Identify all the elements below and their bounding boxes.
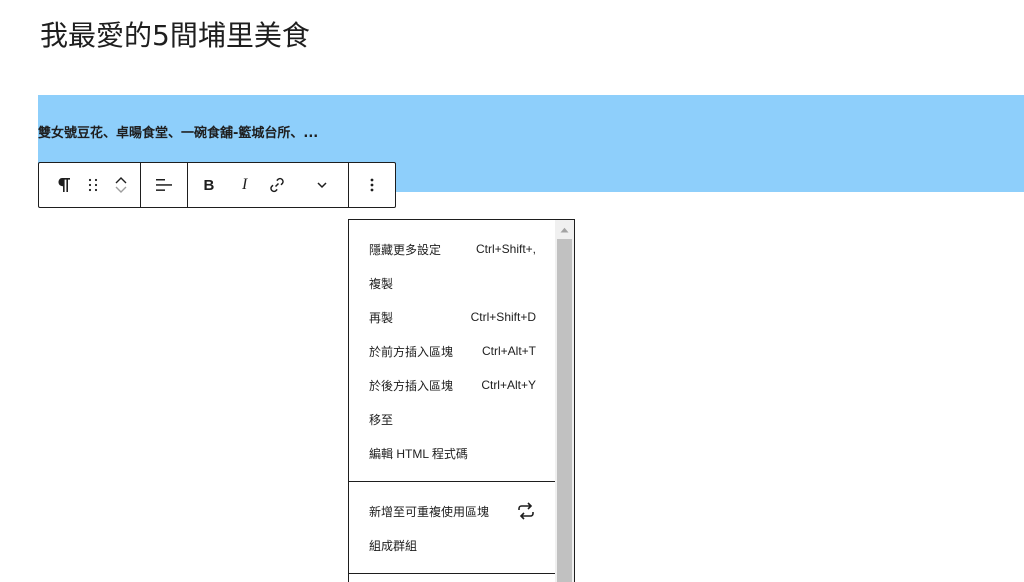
menu-scrollbar[interactable] <box>555 220 574 582</box>
reusable-icon <box>518 502 534 520</box>
drag-handle-icon[interactable] <box>83 163 103 207</box>
menu-item-insert-after[interactable]: 於後方插入區塊 Ctrl+Alt+Y <box>349 368 554 402</box>
menu-item-group[interactable]: 組成群組 <box>349 528 554 562</box>
more-options-icon[interactable] <box>349 163 395 207</box>
menu-item-hide-settings[interactable]: 隱藏更多設定 Ctrl+Shift+, <box>349 232 554 266</box>
menu-separator <box>349 481 556 482</box>
scroll-up-icon[interactable] <box>555 220 574 239</box>
move-up-icon[interactable] <box>114 175 128 185</box>
menu-item-shortcut: Ctrl+Alt+T <box>481 344 536 358</box>
menu-item-label: 編輯 HTML 程式碼 <box>369 446 468 461</box>
menu-separator <box>349 573 556 574</box>
menu-item-label: 移至 <box>369 412 394 427</box>
toolbar-group-format: B I <box>188 163 349 207</box>
block-movers <box>103 163 139 207</box>
toolbar-group-align <box>141 163 188 207</box>
menu-item-shortcut: Ctrl+Alt+Y <box>481 378 536 392</box>
scroll-thumb[interactable] <box>557 239 572 582</box>
italic-icon[interactable]: I <box>230 163 260 207</box>
menu-item-duplicate[interactable]: 再製 Ctrl+Shift+D <box>349 300 554 334</box>
menu-item-label: 於後方插入區塊 <box>369 378 454 393</box>
menu-item-shortcut: Ctrl+Shift+, <box>475 242 536 256</box>
menu-item-label: 複製 <box>369 276 394 291</box>
link-icon[interactable] <box>260 163 296 207</box>
menu-item-add-reusable[interactable]: 新增至可重複使用區塊 <box>349 494 554 528</box>
menu-item-shortcut: Ctrl+Shift+D <box>470 310 536 324</box>
menu-item-label: 組成群組 <box>369 538 418 553</box>
menu-item-label: 新增至可重複使用區塊 <box>369 504 490 519</box>
align-icon[interactable] <box>141 163 187 207</box>
menu-item-move-to[interactable]: 移至 <box>349 402 554 436</box>
toolbar-group-block <box>39 163 141 207</box>
bold-icon[interactable]: B <box>188 163 230 207</box>
toolbar-group-more <box>349 163 395 207</box>
post-title[interactable]: 我最愛的5間埔里美食 <box>40 14 310 54</box>
block-toolbar: B I <box>38 162 396 208</box>
menu-item-label: 於前方插入區塊 <box>369 344 454 359</box>
menu-item-label: 再製 <box>369 310 394 325</box>
more-options-menu: 隱藏更多設定 Ctrl+Shift+, 複製 再製 Ctrl+Shift+D 於… <box>348 219 575 582</box>
move-down-icon[interactable] <box>114 185 128 195</box>
paragraph-icon[interactable] <box>39 163 83 207</box>
chevron-down-icon[interactable] <box>295 163 348 207</box>
paragraph-text[interactable]: 雙女號豆花、卓暘食堂、一碗食舖-籃城台所、... <box>38 122 318 141</box>
menu-item-edit-html[interactable]: 編輯 HTML 程式碼 <box>349 436 554 470</box>
menu-item-copy[interactable]: 複製 <box>349 266 554 300</box>
menu-item-insert-before[interactable]: 於前方插入區塊 Ctrl+Alt+T <box>349 334 554 368</box>
menu-item-label: 隱藏更多設定 <box>369 242 442 257</box>
